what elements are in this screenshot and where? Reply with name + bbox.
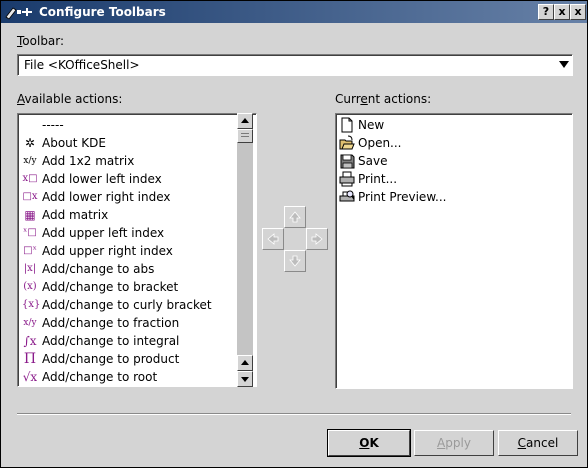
list-item[interactable]: x□ Add lower left index bbox=[20, 170, 238, 188]
list-item[interactable]: ▦ Add matrix bbox=[20, 206, 238, 224]
list-item[interactable]: {x} Add/change to curly bracket bbox=[20, 296, 238, 314]
arrow-down-icon bbox=[289, 255, 301, 267]
available-list-scrollbar[interactable] bbox=[237, 113, 253, 387]
ok-button[interactable]: OK bbox=[327, 429, 411, 457]
cancel-button[interactable]: Cancel bbox=[498, 430, 578, 456]
kde-gear-icon: ✲ bbox=[24, 136, 36, 150]
printer-icon bbox=[339, 171, 355, 187]
available-actions-label: Available actions: bbox=[17, 92, 123, 106]
print-preview-icon bbox=[339, 190, 355, 202]
button-separator bbox=[17, 413, 571, 415]
list-item[interactable]: ∫x Add/change to integral bbox=[20, 332, 238, 350]
matrix-1x2-icon: x/y bbox=[23, 156, 37, 166]
list-item-label: Add/change to abs bbox=[42, 262, 155, 276]
list-item-label: About KDE bbox=[42, 136, 106, 150]
list-item-label: Add lower right index bbox=[42, 190, 171, 204]
integral-icon: ∫x bbox=[23, 334, 37, 348]
list-item-label: Add/change to integral bbox=[42, 334, 180, 348]
matrix-icon: ▦ bbox=[24, 208, 36, 222]
list-item[interactable]: □x Add lower right index bbox=[20, 188, 238, 206]
toolbar-select[interactable]: File <KOfficeShell> bbox=[17, 54, 573, 76]
list-item-label: Print... bbox=[358, 172, 398, 186]
list-item[interactable]: Π Add/change to product bbox=[20, 350, 238, 368]
list-item[interactable]: ----- bbox=[20, 116, 238, 134]
list-item-label: Add lower left index bbox=[42, 172, 162, 186]
arrow-up-icon bbox=[241, 360, 249, 365]
toolbar-select-value: File <KOfficeShell> bbox=[24, 58, 140, 72]
product-icon: Π bbox=[23, 351, 37, 367]
list-item[interactable]: √x Add/change to root bbox=[20, 368, 238, 386]
bracket-icon: (x) bbox=[23, 281, 37, 292]
list-item[interactable]: |x| Add/change to abs bbox=[20, 260, 238, 278]
root-icon: √x bbox=[22, 370, 38, 384]
configure-toolbars-dialog: Configure Toolbars ? x x Toolbar: File <… bbox=[0, 0, 588, 468]
list-item[interactable]: (x) Add/change to bracket bbox=[20, 278, 238, 296]
save-disk-icon bbox=[340, 154, 355, 169]
close-button-secondary[interactable]: x bbox=[570, 4, 586, 20]
add-action-button[interactable] bbox=[306, 228, 328, 250]
close-button[interactable]: x bbox=[554, 4, 570, 20]
list-item-label: Add matrix bbox=[42, 208, 109, 222]
available-actions-list[interactable]: ----- ✲ About KDE x/y Add 1x2 matrix x□ … bbox=[17, 113, 257, 387]
arrow-up-icon bbox=[241, 118, 249, 123]
upper-right-index-icon: □ˣ bbox=[23, 245, 37, 256]
help-button[interactable]: ? bbox=[538, 4, 554, 20]
list-item-label: ----- bbox=[42, 118, 64, 132]
list-item-label: Add upper right index bbox=[42, 244, 173, 258]
list-item-label: Add/change to bracket bbox=[42, 280, 179, 294]
list-item[interactable]: New bbox=[338, 116, 558, 134]
list-item-label: Save bbox=[358, 154, 388, 168]
list-item-label: Add/change to curly bracket bbox=[42, 298, 212, 312]
list-item-label: Add upper left index bbox=[42, 226, 165, 240]
list-item[interactable]: ✲ About KDE bbox=[20, 134, 238, 152]
list-item[interactable]: x/y Add 1x2 matrix bbox=[20, 152, 238, 170]
list-item[interactable]: Open... bbox=[338, 134, 558, 152]
arrow-right-icon bbox=[311, 233, 323, 245]
fraction-icon: x/y bbox=[23, 318, 37, 328]
list-item-label: Add/change to product bbox=[42, 352, 180, 366]
current-actions-label: Current actions: bbox=[335, 92, 432, 106]
current-actions-list[interactable]: New Open... Save Print... Print Preview.… bbox=[335, 113, 573, 389]
lower-left-index-icon: x□ bbox=[22, 173, 38, 184]
arrow-up-icon bbox=[289, 211, 301, 223]
list-item-label: Add 1x2 matrix bbox=[42, 154, 135, 168]
remove-action-button[interactable] bbox=[262, 228, 284, 250]
upper-left-index-icon: ˣ□ bbox=[23, 227, 37, 238]
arrow-left-icon bbox=[267, 233, 279, 245]
scroll-up-button-lower[interactable] bbox=[237, 355, 253, 371]
open-folder-icon bbox=[339, 135, 355, 150]
list-item[interactable]: Print... bbox=[338, 170, 558, 188]
title-bar[interactable]: Configure Toolbars ? x x bbox=[1, 1, 587, 23]
list-item-label: Open... bbox=[358, 136, 402, 150]
move-up-button[interactable] bbox=[284, 206, 306, 228]
new-document-icon bbox=[341, 117, 353, 133]
list-item-label: Print Preview... bbox=[358, 190, 447, 204]
list-item[interactable]: □ˣ Add upper right index bbox=[20, 242, 238, 260]
list-item-label: Add/change to fraction bbox=[42, 316, 180, 330]
abs-icon: |x| bbox=[23, 263, 37, 274]
toolbar-label: Toolbar: bbox=[17, 34, 65, 48]
list-item[interactable]: Print Preview... bbox=[338, 188, 558, 206]
list-item-label: New bbox=[358, 118, 385, 132]
app-tools-icon bbox=[5, 7, 32, 20]
list-item[interactable]: ˣ□ Add upper left index bbox=[20, 224, 238, 242]
list-item[interactable]: x/y Add/change to fraction bbox=[20, 314, 238, 332]
lower-right-index-icon: □x bbox=[22, 191, 38, 202]
window-title: Configure Toolbars bbox=[39, 5, 166, 19]
scroll-up-button[interactable] bbox=[237, 113, 253, 129]
curly-bracket-icon: {x} bbox=[22, 299, 41, 310]
scroll-thumb[interactable] bbox=[237, 129, 253, 143]
arrow-down-icon bbox=[241, 377, 249, 382]
chevron-down-icon[interactable] bbox=[559, 61, 569, 68]
list-item[interactable]: Save bbox=[338, 152, 558, 170]
scroll-down-button[interactable] bbox=[237, 371, 253, 387]
move-down-button[interactable] bbox=[284, 250, 306, 272]
list-item-label: Add/change to root bbox=[42, 370, 158, 384]
apply-button[interactable]: Apply bbox=[414, 430, 494, 456]
